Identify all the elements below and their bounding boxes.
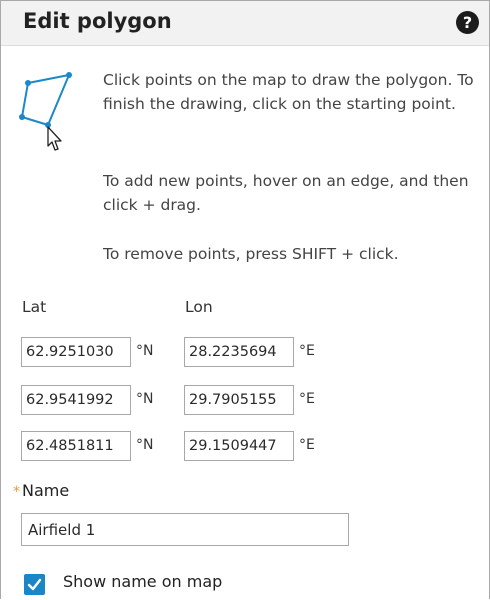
required-marker: *	[13, 484, 20, 500]
lon-unit-3: °E	[299, 437, 315, 453]
instruction-remove-points: To remove points, press SHIFT + click.	[103, 245, 399, 263]
lat-input-2[interactable]	[21, 385, 131, 415]
lon-input-1[interactable]	[184, 337, 294, 367]
checkmark-icon	[27, 578, 42, 591]
lon-column-label: Lon	[185, 298, 213, 316]
lat-unit-1: °N	[136, 343, 154, 359]
lat-input-3[interactable]	[21, 431, 131, 461]
polygon-draw-icon	[19, 72, 72, 151]
lon-input-3[interactable]	[184, 431, 294, 461]
edit-polygon-panel: Edit polygon ? Click points on the map t…	[0, 0, 490, 599]
lat-column-label: Lat	[22, 298, 47, 316]
lat-unit-3: °N	[136, 437, 154, 453]
panel-title: Edit polygon	[23, 9, 172, 33]
name-input[interactable]	[21, 513, 349, 546]
panel-header: Edit polygon ?	[1, 1, 489, 46]
show-name-label[interactable]: Show name on map	[63, 572, 222, 591]
lon-input-2[interactable]	[184, 385, 294, 415]
instruction-add-points: To add new points, hover on an edge, and…	[103, 172, 469, 214]
lat-input-1[interactable]	[21, 337, 131, 367]
instruction-draw: Click points on the map to draw the poly…	[103, 71, 474, 113]
lon-unit-1: °E	[299, 343, 315, 359]
help-icon[interactable]: ?	[456, 11, 479, 34]
lat-unit-2: °N	[136, 391, 154, 407]
show-name-checkbox[interactable]	[24, 574, 45, 595]
lon-unit-2: °E	[299, 391, 315, 407]
name-label: Name	[22, 481, 70, 500]
